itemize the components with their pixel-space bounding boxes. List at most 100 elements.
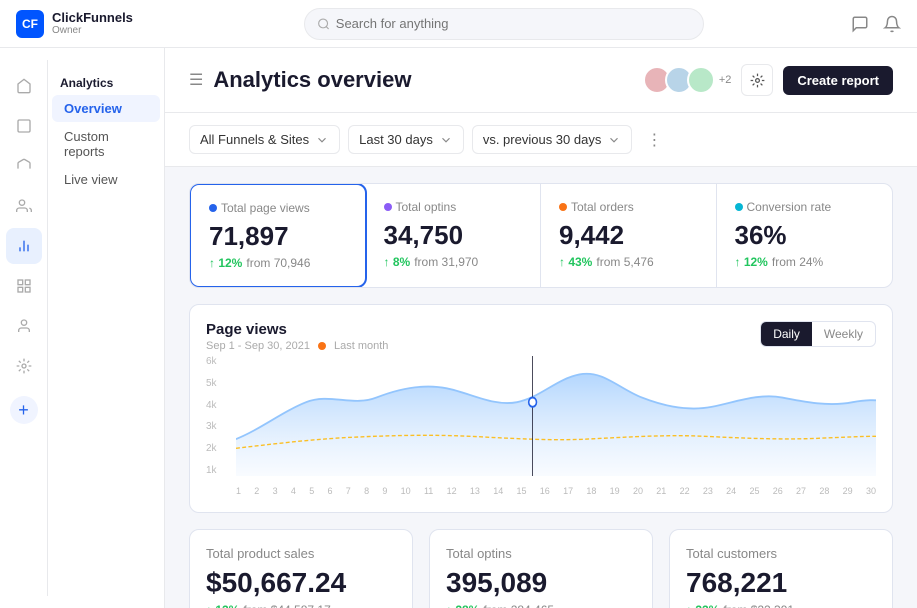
chart-title-group: Page views Sep 1 - Sep 30, 2021 Last mon… <box>206 321 388 352</box>
bell-icon[interactable] <box>883 15 901 33</box>
stat-dot <box>209 204 217 212</box>
chart-y-labels: 6k 5k 4k 3k 2k 1k <box>206 356 234 476</box>
menu-icon[interactable]: ☰ <box>189 70 203 90</box>
chat-icon[interactable] <box>851 15 869 33</box>
sidebar-icon-person[interactable] <box>6 308 42 344</box>
sidebar-icon-analytics[interactable] <box>6 228 42 264</box>
sidebar-add-button[interactable]: + <box>10 396 38 424</box>
stat-label: Total page views <box>209 201 347 215</box>
sidebar-icon-box[interactable] <box>6 148 42 184</box>
main-content: ☰ Analytics overview +2 Create report Al… <box>165 48 917 608</box>
topbar: CF ClickFunnels Owner <box>0 0 917 48</box>
change-up-icon: ↑ 28% <box>446 603 479 608</box>
bottom-card-total-optins: Total optins 395,089 ↑ 28% from 284,465 … <box>429 529 653 608</box>
change-up-icon: ↑ 12% <box>209 256 242 270</box>
stat-change: ↑ 12% from 24% <box>735 255 875 269</box>
chevron-down-icon <box>439 133 453 147</box>
chart-toggle[interactable]: Daily Weekly <box>760 321 876 347</box>
sidebar-item-overview[interactable]: Overview <box>52 95 160 122</box>
bottom-card-value: 395,089 <box>446 567 636 599</box>
bottom-card-change: ↑ 32% from $22,391 <box>686 603 876 608</box>
bottom-card-title: Total optins <box>446 546 636 561</box>
main-header: ☰ Analytics overview +2 Create report <box>165 48 917 113</box>
last-month-dot <box>318 342 326 350</box>
sidebar-icon-users[interactable] <box>6 188 42 224</box>
chart-area: 6k 5k 4k 3k 2k 1k 1234567891011121314151… <box>206 356 876 496</box>
stat-change: ↑ 43% from 5,476 <box>559 255 698 269</box>
sidebar-icon-home[interactable] <box>6 68 42 104</box>
filters-row: All Funnels & Sites Last 30 days vs. pre… <box>165 113 917 167</box>
stat-label: Total optins <box>384 200 523 214</box>
logo-icon: CF <box>16 10 44 38</box>
brand-name: ClickFunnels <box>52 11 133 25</box>
chart-section: Page views Sep 1 - Sep 30, 2021 Last mon… <box>165 304 917 529</box>
stat-value: 36% <box>735 220 875 251</box>
page-title: Analytics overview <box>213 67 411 93</box>
avatar-count: +2 <box>719 74 732 86</box>
bottom-card-title: Total product sales <box>206 546 396 561</box>
main-header-right: +2 Create report <box>643 64 893 96</box>
chart-x-labels: 1234567891011121314151617181920212223242… <box>236 486 876 496</box>
change-up-icon: ↑ 8% <box>384 255 411 269</box>
bottom-card-product-sales: Total product sales $50,667.24 ↑ 12% fro… <box>189 529 413 608</box>
logo: CF ClickFunnels Owner <box>16 10 156 38</box>
change-up-icon: ↑ 12% <box>735 255 768 269</box>
sidebar-section-title: Analytics <box>48 68 164 94</box>
bottom-card-change: ↑ 28% from 284,465 <box>446 603 636 608</box>
bottom-card-title: Total customers <box>686 546 876 561</box>
chart-svg <box>236 356 876 476</box>
stat-dot <box>384 203 392 211</box>
daily-toggle-button[interactable]: Daily <box>761 322 812 346</box>
sidebar-item-live-view[interactable]: Live view <box>52 166 160 193</box>
stats-section: Total page views 71,897 ↑ 12% from 70,94… <box>165 167 917 304</box>
stat-card-orders[interactable]: Total orders 9,442 ↑ 43% from 5,476 <box>541 184 717 287</box>
brand-sub: Owner <box>52 25 133 36</box>
avatar-group: +2 <box>643 66 732 94</box>
chevron-down-icon <box>607 133 621 147</box>
stat-label: Total orders <box>559 200 698 214</box>
bottom-card-value: $50,667.24 <box>206 567 396 599</box>
main-header-left: ☰ Analytics overview <box>189 67 411 93</box>
settings-button[interactable] <box>741 64 773 96</box>
stat-card-optins[interactable]: Total optins 34,750 ↑ 8% from 31,970 <box>366 184 542 287</box>
sidebar-text-col: Analytics Overview Custom reports Live v… <box>48 60 164 596</box>
bottom-card-value: 768,221 <box>686 567 876 599</box>
compare-filter[interactable]: vs. previous 30 days <box>472 125 633 154</box>
funnel-filter[interactable]: All Funnels & Sites <box>189 125 340 154</box>
weekly-toggle-button[interactable]: Weekly <box>812 322 875 346</box>
sidebar-item-custom-reports[interactable]: Custom reports <box>52 123 160 165</box>
bottom-card-total-customers: Total customers 768,221 ↑ 32% from $22,3… <box>669 529 893 608</box>
stat-dot <box>735 203 743 211</box>
sidebar-inner: + Analytics Overview Custom reports Live… <box>0 60 164 596</box>
stat-card-page-views[interactable]: Total page views 71,897 ↑ 12% from 70,94… <box>189 183 367 288</box>
sidebar-icon-funnel[interactable] <box>6 108 42 144</box>
chart-title: Page views <box>206 321 388 338</box>
change-up-icon: ↑ 12% <box>206 603 239 608</box>
sidebar: + Analytics Overview Custom reports Live… <box>0 48 165 608</box>
date-filter[interactable]: Last 30 days <box>348 125 464 154</box>
stat-change: ↑ 8% from 31,970 <box>384 255 523 269</box>
sidebar-icon-gear[interactable] <box>6 348 42 384</box>
chart-card: Page views Sep 1 - Sep 30, 2021 Last mon… <box>189 304 893 513</box>
stat-label: Conversion rate <box>735 200 875 214</box>
chart-header: Page views Sep 1 - Sep 30, 2021 Last mon… <box>206 321 876 352</box>
filter-more-button[interactable]: ⋮ <box>640 126 668 154</box>
search-input[interactable] <box>336 16 691 31</box>
stat-card-conversion[interactable]: Conversion rate 36% ↑ 12% from 24% <box>717 184 893 287</box>
avatar-3 <box>687 66 715 94</box>
bottom-card-change: ↑ 12% from $44,587.17 <box>206 603 396 608</box>
stat-value: 34,750 <box>384 220 523 251</box>
search-bar[interactable] <box>304 8 704 40</box>
stats-grid: Total page views 71,897 ↑ 12% from 70,94… <box>189 183 893 288</box>
chevron-down-icon <box>315 133 329 147</box>
stat-dot <box>559 203 567 211</box>
sidebar-icon-grid[interactable] <box>6 268 42 304</box>
stat-change: ↑ 12% from 70,946 <box>209 256 347 270</box>
brand-text: ClickFunnels Owner <box>52 11 133 36</box>
bottom-cards: Total product sales $50,667.24 ↑ 12% fro… <box>165 529 917 608</box>
create-report-button[interactable]: Create report <box>783 66 893 95</box>
app-body: + Analytics Overview Custom reports Live… <box>0 48 917 608</box>
change-up-icon: ↑ 32% <box>686 603 719 608</box>
stat-value: 9,442 <box>559 220 698 251</box>
change-up-icon: ↑ 43% <box>559 255 592 269</box>
